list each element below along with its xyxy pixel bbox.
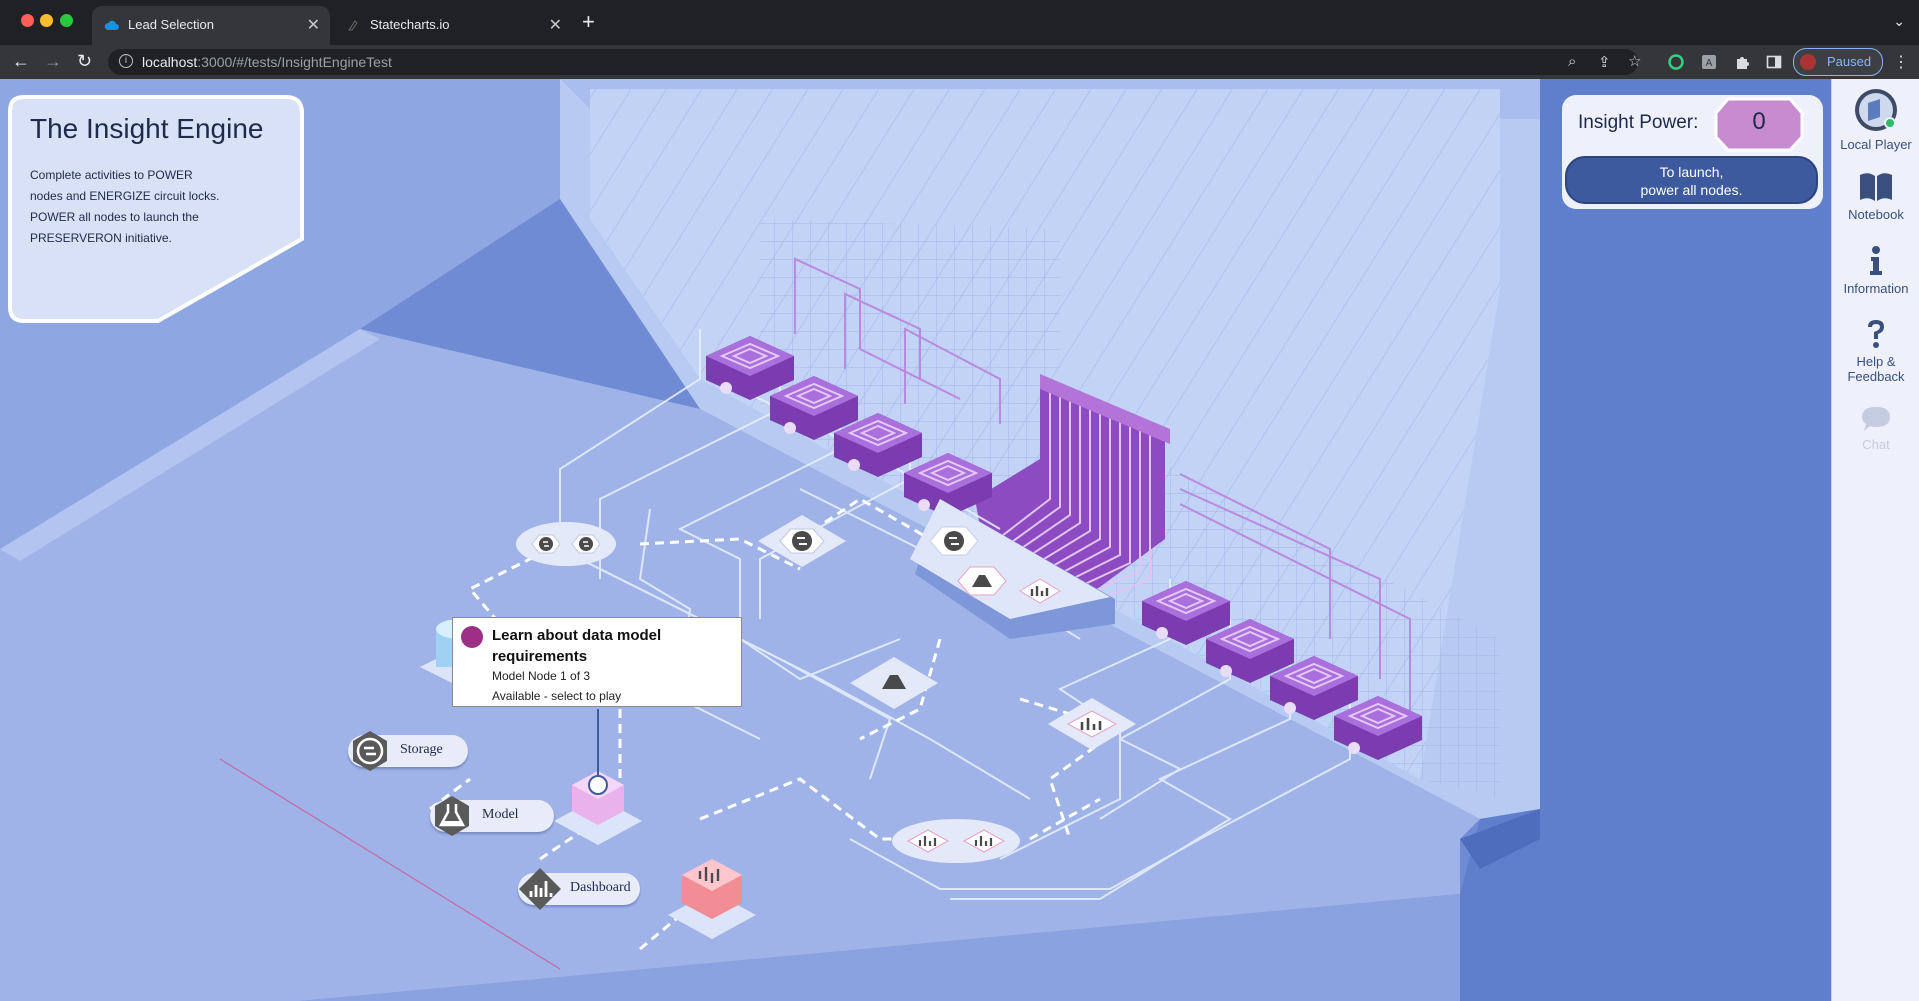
reload-icon[interactable]: ↻ (77, 51, 92, 72)
extension-circle-icon[interactable] (1668, 54, 1684, 70)
storage-junction[interactable] (516, 522, 616, 566)
information-label: Information (1843, 281, 1909, 296)
tab-title: Lead Selection (128, 17, 215, 32)
url-text[interactable]: localhost:3000/#/tests/InsightEngineTest (142, 54, 392, 70)
insight-power-badge: 0 (1714, 97, 1804, 152)
browser-toolbar: ← → ↻ i localhost:3000/#/tests/InsightEn… (0, 45, 1919, 79)
tooltip-subtitle: Model Node 1 of 3 (492, 669, 591, 683)
info-title: The Insight Engine (30, 113, 264, 144)
tab-title: Statecharts.io (370, 17, 450, 32)
help-label: Help & (1856, 354, 1896, 369)
player-avatar-icon (1855, 89, 1897, 131)
statecharts-icon (348, 20, 358, 31)
model-label-button[interactable]: Model (430, 796, 554, 836)
new-tab-button[interactable]: + (582, 9, 595, 35)
profile-status: Paused (1827, 54, 1872, 69)
bookmark-star-icon[interactable]: ☆ (1628, 52, 1641, 70)
extension-a-icon[interactable]: A (1701, 54, 1717, 70)
close-tab-icon[interactable]: ✕ (549, 15, 562, 35)
info-line: PRESERVERON initiative. (30, 231, 172, 245)
insight-power-panel: Insight Power: 0 To launch, power all no… (1562, 95, 1823, 209)
info-line: nodes and ENERGIZE circuit locks. (30, 189, 220, 203)
model-label: Model (482, 807, 519, 822)
launch-button[interactable]: To launch, power all nodes. (1565, 156, 1818, 204)
minimize-window-button[interactable] (40, 14, 53, 27)
cloud-icon (104, 20, 119, 30)
tab-lead-selection[interactable]: Lead Selection ✕ (92, 6, 330, 45)
svg-text:A: A (1706, 58, 1713, 69)
share-icon[interactable]: ⇪ (1598, 53, 1611, 71)
insight-engine-game: The Insight Engine Complete activities t… (0, 79, 1831, 1001)
back-arrow-icon[interactable]: ← (12, 51, 30, 72)
info-line: POWER all nodes to launch the (30, 210, 199, 224)
close-tab-icon[interactable]: ✕ (307, 15, 320, 35)
avatar (1800, 54, 1816, 70)
more-menu-icon[interactable]: ⋮ (1893, 52, 1909, 72)
chevron-down-icon[interactable]: ⌄ (1893, 13, 1905, 30)
storage-icon (353, 731, 387, 771)
profile-button[interactable]: Paused (1793, 48, 1883, 76)
node-status-dot (461, 626, 483, 648)
info-panel: The Insight Engine Complete activities t… (8, 95, 304, 323)
chat-icon (1862, 407, 1890, 431)
browser-tabstrip: Lead Selection ✕ Statecharts.io ✕ + ⌄ (0, 0, 1919, 45)
info-line: Complete activities to POWER (30, 168, 193, 182)
info-icon (1870, 246, 1882, 275)
insight-power-label: Insight Power: (1578, 112, 1699, 133)
local-player-label: Local Player (1840, 137, 1912, 152)
zoom-icon[interactable]: ⌕ (1568, 53, 1576, 70)
launch-line: power all nodes. (1640, 182, 1743, 198)
help-icon (1868, 320, 1884, 348)
chat-label: Chat (1862, 437, 1890, 452)
help-feedback-button[interactable]: Help & Feedback (1832, 318, 1919, 384)
maximize-window-button[interactable] (60, 14, 73, 27)
feedback-label: Feedback (1847, 369, 1905, 384)
notebook-icon (1860, 173, 1892, 201)
tooltip-title: Learn about data model requirements (492, 627, 662, 665)
node-tooltip: Learn about data model requirements Mode… (452, 617, 742, 707)
dashboard-label-button[interactable]: Dashboard (518, 868, 640, 910)
launch-line: To launch, (1659, 164, 1724, 180)
site-info-icon[interactable]: i (119, 54, 133, 68)
tooltip-status: Available - select to play (492, 689, 622, 703)
info-description: Complete activities to POWER nodes and E… (30, 165, 245, 249)
tab-statecharts[interactable]: Statecharts.io ✕ (334, 6, 572, 45)
chat-button[interactable]: Chat (1832, 405, 1919, 452)
storage-label: Storage (400, 742, 443, 757)
side-panel-icon[interactable] (1766, 54, 1782, 70)
local-player-button[interactable]: Local Player (1832, 87, 1919, 152)
notebook-label: Notebook (1848, 207, 1904, 222)
address-bar[interactable]: i localhost:3000/#/tests/InsightEngineTe… (108, 49, 1641, 75)
forward-arrow-icon[interactable]: → (44, 51, 62, 72)
information-button[interactable]: Information (1832, 245, 1919, 296)
dashboard-label: Dashboard (570, 880, 631, 895)
close-window-button[interactable] (21, 14, 34, 27)
right-sidebar: Local Player Notebook Information Help &… (1831, 79, 1919, 1001)
model-flask-icon (435, 796, 469, 836)
storage-label-button[interactable]: Storage (348, 731, 468, 771)
dashboard-junction[interactable] (892, 819, 1020, 863)
dashboard-chart-icon (519, 868, 561, 910)
notebook-button[interactable]: Notebook (1832, 171, 1919, 222)
insight-power-value: 0 (1752, 108, 1766, 135)
puzzle-extensions-icon[interactable] (1734, 54, 1750, 70)
